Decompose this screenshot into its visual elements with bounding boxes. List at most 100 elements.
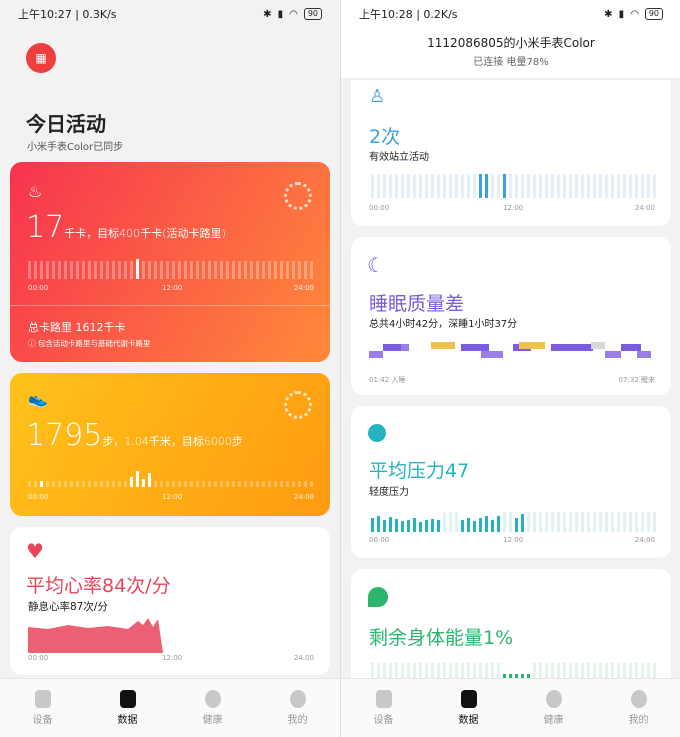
- nav-health[interactable]: 健康: [511, 679, 596, 737]
- timeline-bar: [407, 520, 410, 532]
- sync-status: 小米手表Color已同步: [27, 142, 124, 153]
- timeline-bar: [563, 174, 566, 198]
- wifi-icon: ◠: [289, 8, 298, 20]
- timeline-bar: [292, 261, 295, 279]
- timeline-bar: [280, 481, 283, 487]
- timeline-bar: [238, 481, 241, 487]
- timeline-bar: [401, 521, 404, 532]
- timeline-bar: [473, 174, 476, 198]
- timeline-bar: [64, 481, 67, 487]
- timeline-bar: [286, 261, 289, 279]
- document-icon: [119, 690, 136, 708]
- sleep-start: 01:42 入睡: [369, 376, 406, 384]
- timeline-bar: [581, 174, 584, 198]
- timeline-bar: [515, 174, 518, 198]
- timeline-bar: [473, 663, 476, 679]
- timeline-bar: [425, 663, 428, 679]
- timeline-bar: [455, 174, 458, 198]
- timeline-bar: [419, 663, 422, 679]
- timeline-bar: [310, 261, 313, 279]
- timeline-bar: [232, 261, 235, 279]
- tick-end: 24:00: [634, 204, 655, 212]
- timeline-bar: [575, 174, 578, 198]
- nav-device[interactable]: 设备: [341, 679, 426, 737]
- timeline-bar: [641, 512, 644, 532]
- timeline-bar: [569, 663, 572, 679]
- timeline-bar: [268, 481, 271, 487]
- timeline-bar: [383, 520, 386, 532]
- tick-end: 24:00: [293, 284, 314, 292]
- timeline-bar: [563, 663, 566, 679]
- timeline-bar: [274, 481, 277, 487]
- timeline-bar: [461, 174, 464, 198]
- timeline-bar: [130, 477, 133, 487]
- timeline-bar: [52, 481, 55, 487]
- stress-timeline: [371, 510, 656, 532]
- status-bar: 上午10:28 | 0.2K/s ✱ ▮ ◠ 90: [341, 0, 680, 28]
- menu-button[interactable]: ▦: [26, 43, 56, 73]
- tick-mid: 12:00: [503, 536, 524, 544]
- stress-card[interactable]: 平均压力47 轻度压力 00:00 12:00 24:00: [351, 406, 671, 558]
- sleep-card[interactable]: ☾ 睡眠质量差 总共4小时42分，深睡1小时37分 01:42 入睡 07:32…: [351, 237, 671, 395]
- timeline-bar: [46, 261, 49, 279]
- nav-profile[interactable]: 我的: [255, 679, 340, 737]
- nav-device[interactable]: 设备: [0, 679, 85, 737]
- timeline-bar: [629, 174, 632, 198]
- moon-icon: ☾: [367, 253, 385, 277]
- steps-card[interactable]: 👟 1795步，1.04千米，目标6000步 00:00 12:00 24:00: [10, 373, 330, 516]
- timeline-bar: [202, 261, 205, 279]
- timeline-bar: [232, 481, 235, 487]
- timeline-bar: [437, 174, 440, 198]
- timeline-bar: [220, 481, 223, 487]
- timeline-bar: [64, 261, 67, 279]
- timeline-bar: [551, 663, 554, 679]
- left-screen: 上午10:27 | 0.3K/s ✱ ▮ ◠ 90 ▦ 今日活动 小米手表Col…: [0, 0, 340, 737]
- timeline-bar: [587, 512, 590, 532]
- timeline-bar: [401, 174, 404, 198]
- tick-end: 24:00: [293, 493, 314, 501]
- timeline-bar: [623, 663, 626, 679]
- timeline-bar: [479, 663, 482, 679]
- timeline-bar: [250, 481, 253, 487]
- timeline-bar: [575, 663, 578, 679]
- timeline-bar: [383, 174, 386, 198]
- timeline-bar: [377, 516, 380, 532]
- timeline-bar: [58, 261, 61, 279]
- connection-status: 已连接 电量78%: [473, 57, 549, 68]
- timeline-bar: [304, 481, 307, 487]
- nav-health[interactable]: 健康: [170, 679, 255, 737]
- status-time: 上午10:28 | 0.2K/s: [359, 8, 458, 21]
- nav-data[interactable]: 数据: [85, 679, 170, 737]
- timeline-bar: [449, 663, 452, 679]
- timeline-bar: [154, 261, 157, 279]
- timeline-bar: [653, 512, 656, 532]
- timeline-bar: [256, 481, 259, 487]
- timeline-bar: [256, 261, 259, 279]
- timeline-bar: [497, 174, 500, 198]
- timeline-bar: [280, 261, 283, 279]
- leaf-icon: [368, 587, 388, 607]
- timeline-bar: [389, 663, 392, 679]
- timeline-bar: [70, 261, 73, 279]
- heart-title: 平均心率84次/分: [26, 575, 171, 597]
- timeline-bar: [533, 663, 536, 679]
- timeline-bar: [136, 259, 139, 279]
- heart-icon: [545, 690, 562, 708]
- timeline-bar: [515, 518, 518, 532]
- nav-data[interactable]: 数据: [426, 679, 511, 737]
- calorie-note: 包含活动卡路里与基础代谢卡路里: [37, 339, 151, 348]
- stand-card[interactable]: ♙ 2次 有效站立活动 00:00 12:00 24:00: [351, 80, 671, 226]
- timeline-bar: [413, 663, 416, 679]
- heart-rate-card[interactable]: ♥ 平均心率84次/分 静息心率87次/分 00:00 12:00 24:00: [10, 527, 330, 675]
- stress-subtitle: 轻度压力: [369, 487, 409, 498]
- device-name: 1112086805的小米手表Color: [427, 36, 595, 50]
- timeline-bar: [605, 663, 608, 679]
- calorie-card[interactable]: ♨ 17千卡，目标400千卡(活动卡路里) 00:00 12:00 24:00 …: [10, 162, 330, 362]
- nav-profile[interactable]: 我的: [596, 679, 680, 737]
- timeline-bar: [479, 174, 482, 198]
- timeline-bar: [497, 516, 500, 532]
- timeline-bar: [208, 481, 211, 487]
- standing-person-icon: ♙: [369, 86, 386, 107]
- timeline-bar: [653, 663, 656, 679]
- user-icon: [289, 690, 306, 708]
